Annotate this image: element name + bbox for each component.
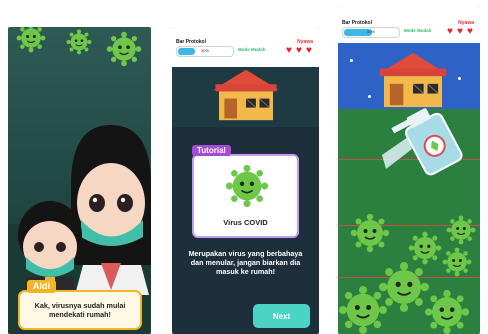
virus-icon [106,31,142,67]
gameplay-panel: Bar Protokol 50% Mode Mudah Nyawa ♥ ♥ ♥ [338,7,480,334]
lives-hearts: ♥ ♥ ♥ [286,45,315,56]
card-title: Virus COVID [223,218,268,227]
virus-icon[interactable] [408,231,442,265]
protocol-bar: 30% [176,46,234,57]
tutorial-description: Merupakan virus yang berbahaya dan menul… [188,249,303,276]
story-panel: Kak, virusnya sudah mulai mendekati ruma… [8,27,151,334]
spray-bottle-icon[interactable] [382,107,472,177]
heart-icon: ♥ [306,45,312,56]
star [458,77,461,80]
house [210,67,282,123]
speaker-name: Aldi [27,280,56,293]
protocol-bar-value: 30% [200,48,209,53]
heart-icon: ♥ [447,26,453,37]
dialog-box: Kak, virusnya sudah mulai mendekati ruma… [18,290,142,330]
hud: Bar Protokol 50% Mode Mudah Nyawa ♥ ♥ ♥ [342,20,476,42]
virus-icon [225,164,269,208]
virus-icon[interactable] [422,289,472,334]
star [368,95,371,98]
mode-label: Mode Mudah [404,28,432,33]
heart-icon: ♥ [286,45,292,56]
virus-icon[interactable] [446,215,476,245]
virus-icon[interactable] [338,285,388,334]
protocol-label: Bar Protokol [342,20,373,26]
protocol-label: Bar Protokol [176,39,207,45]
mode-label: Mode Mudah [238,47,266,52]
hud: Bar Protokol 30% Mode Mudah Nyawa ♥ ♥ ♥ [176,39,315,61]
virus-icon [11,27,51,53]
tutorial-card: Virus COVID [192,154,299,238]
virus-icon[interactable] [350,213,390,253]
dialog-text: Kak, virusnya sudah mulai mendekati ruma… [34,301,126,319]
house [374,51,452,109]
virus-icon [66,29,92,55]
tutorial-panel: Bar Protokol 30% Mode Mudah Nyawa ♥ ♥ ♥ … [172,27,319,334]
heart-icon: ♥ [457,26,463,37]
virus-icon[interactable] [442,247,472,277]
heart-icon: ♥ [467,26,473,37]
protocol-bar: 50% [342,27,400,38]
lives-hearts: ♥ ♥ ♥ [447,26,476,37]
star [350,59,353,62]
protocol-bar-value: 50% [366,29,375,34]
tutorial-tag: Tutorial [192,145,231,156]
heart-icon: ♥ [296,45,302,56]
next-button[interactable]: Next [253,304,310,328]
